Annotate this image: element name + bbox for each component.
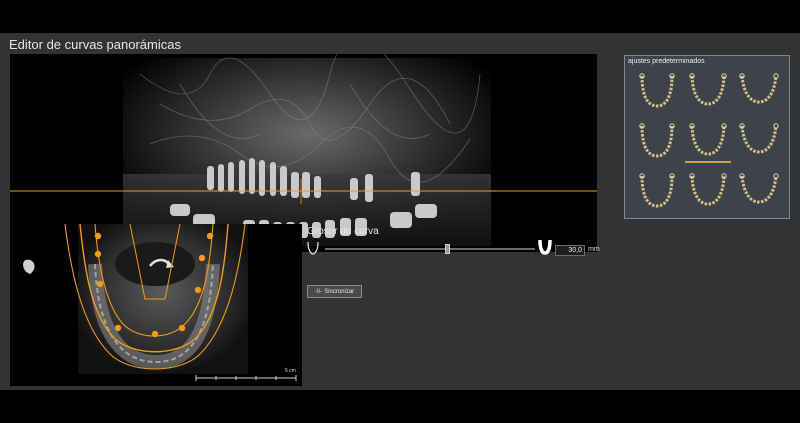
presets-title: ajustes predeterminados bbox=[628, 58, 705, 65]
thin-curve-icon bbox=[307, 241, 319, 255]
scale-bar-label: 5 cm bbox=[285, 368, 296, 374]
slider-thumb[interactable] bbox=[445, 244, 450, 254]
curve-thickness-label: Grosor de curva bbox=[307, 226, 379, 237]
window-title: Editor de curvas panorámicas bbox=[9, 37, 181, 52]
panoramic-view[interactable] bbox=[10, 54, 597, 252]
thickness-unit: mm bbox=[588, 246, 600, 253]
sync-icon: -\/- bbox=[314, 288, 323, 295]
thick-curve-icon bbox=[538, 239, 552, 255]
panoramic-curve-editor-window: Editor de curvas panorámicas ajustes pre… bbox=[0, 33, 800, 390]
curve-thickness-slider[interactable] bbox=[325, 248, 535, 250]
preset-curve-4[interactable] bbox=[634, 120, 680, 164]
sync-button[interactable]: -\/- Sincronizar bbox=[307, 285, 362, 298]
preset-curve-2[interactable] bbox=[685, 70, 731, 114]
sync-label: Sincronizar bbox=[324, 288, 355, 295]
preset-curve-5-selected[interactable] bbox=[685, 120, 731, 164]
thickness-input[interactable]: 30,0 bbox=[555, 245, 585, 256]
preset-curve-7[interactable] bbox=[634, 170, 680, 214]
preset-curve-6[interactable] bbox=[736, 120, 782, 164]
preset-curve-1[interactable] bbox=[634, 70, 680, 114]
preset-curve-9[interactable] bbox=[736, 170, 782, 214]
orientation-icon bbox=[23, 259, 35, 274]
presets-panel: ajustes predeterminados bbox=[624, 55, 790, 219]
preset-curve-8[interactable] bbox=[685, 170, 731, 214]
axial-view[interactable]: 5 cm bbox=[10, 224, 302, 386]
preset-curve-3[interactable] bbox=[736, 70, 782, 114]
